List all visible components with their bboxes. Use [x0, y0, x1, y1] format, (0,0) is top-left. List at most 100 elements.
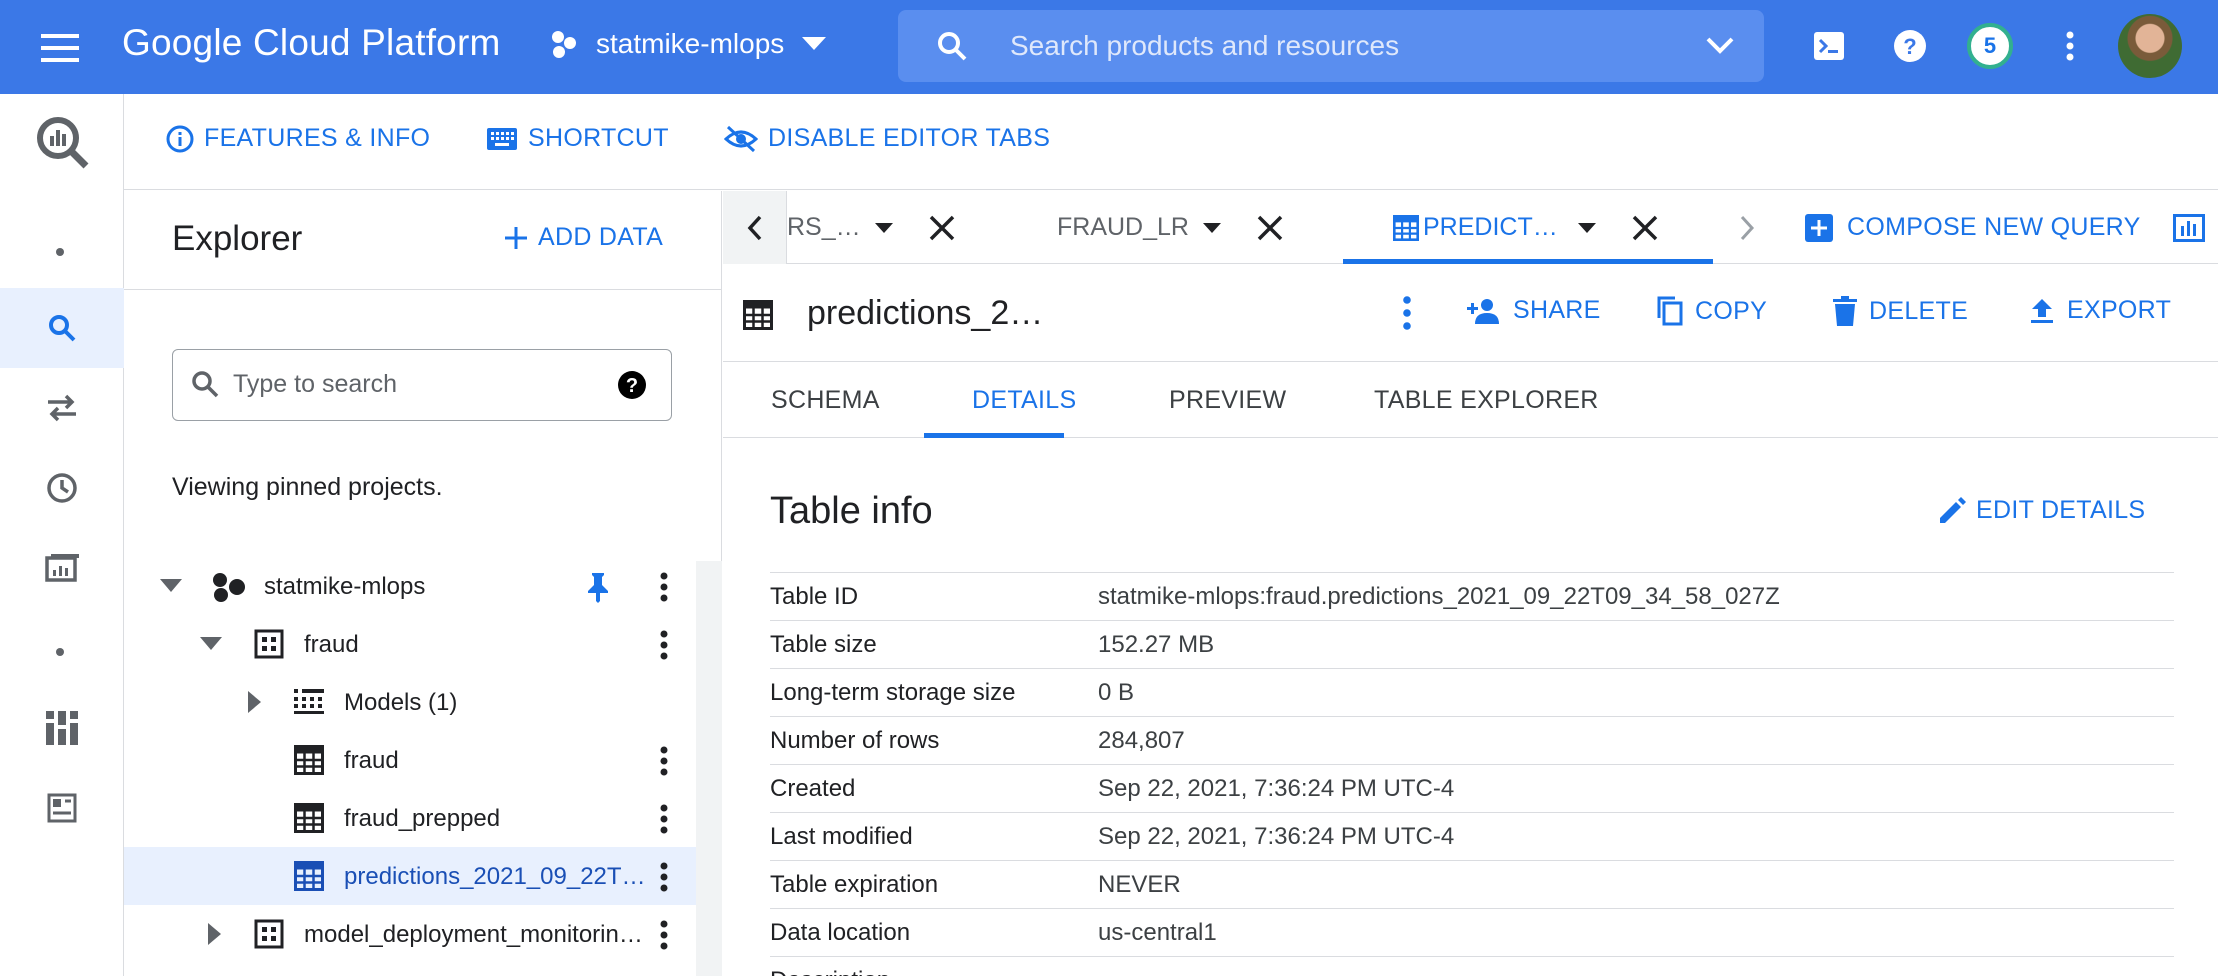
- tab-details[interactable]: DETAILS: [972, 362, 1076, 438]
- pencil-icon: [1938, 496, 1966, 525]
- table-icon: [1393, 214, 1419, 241]
- more-vert-icon[interactable]: [654, 857, 674, 897]
- dropdown-icon[interactable]: [874, 222, 893, 233]
- project-selector[interactable]: statmike-mlops: [550, 28, 827, 60]
- table-label: fraud: [344, 747, 399, 774]
- disable-editor-tabs-button[interactable]: DISABLE EDITOR TABS: [724, 124, 1050, 153]
- avatar[interactable]: [2118, 14, 2182, 78]
- dataset-icon: [254, 919, 284, 949]
- tab-query[interactable]: RS_…: [787, 191, 955, 264]
- more-vert-icon[interactable]: [1403, 296, 1411, 330]
- upload-icon: [2029, 297, 2055, 325]
- tree-table-row-selected[interactable]: predictions_2021_09_22T…: [124, 847, 696, 905]
- edit-details-button[interactable]: EDIT DETAILS: [1938, 496, 2145, 525]
- search-icon: [191, 370, 219, 398]
- tree-dataset-row[interactable]: fraud: [124, 615, 696, 673]
- top-bar: Google Cloud Platform statmike-mlops Sea…: [0, 0, 2218, 94]
- close-icon[interactable]: [1257, 215, 1283, 241]
- info-row: Description: [770, 956, 2174, 976]
- rail-separator: [56, 648, 64, 656]
- tab-predictions[interactable]: PREDICT…: [1393, 191, 1658, 264]
- visibility-off-icon: [724, 125, 758, 153]
- help-icon[interactable]: ?: [1892, 28, 1928, 64]
- dataset-label: fraud: [304, 631, 359, 658]
- caret-down-icon[interactable]: [200, 637, 222, 651]
- tab-schema[interactable]: SCHEMA: [771, 362, 880, 438]
- table-icon: [743, 300, 773, 330]
- tree-project-row[interactable]: statmike-mlops: [124, 557, 696, 615]
- table-icon: [294, 803, 324, 833]
- caret-right-icon[interactable]: [248, 691, 262, 713]
- more-vert-icon[interactable]: [2060, 28, 2080, 64]
- caret-down-icon[interactable]: [160, 579, 182, 593]
- keyboard-icon: [486, 127, 518, 151]
- export-button[interactable]: EXPORT: [2029, 296, 2171, 325]
- search-icon[interactable]: [0, 288, 124, 368]
- info-row: Last modified Sep 22, 2021, 7:36:24 PM UT…: [770, 812, 2174, 860]
- add-data-button[interactable]: ADD DATA: [504, 223, 663, 252]
- brand-title[interactable]: Google Cloud Platform: [122, 22, 501, 64]
- shortcut-button[interactable]: SHORTCUT: [486, 124, 669, 153]
- tab-fraud-lr[interactable]: FRAUD_LR: [1057, 191, 1283, 264]
- tree-dataset-row[interactable]: model_deployment_monitorin…: [124, 905, 696, 963]
- chart-icon[interactable]: [2173, 191, 2205, 264]
- copy-button[interactable]: COPY: [1657, 296, 1767, 326]
- svg-text:?: ?: [1903, 34, 1916, 59]
- more-vert-icon[interactable]: [654, 625, 674, 665]
- table-icon: [294, 745, 324, 775]
- bigquery-logo-icon[interactable]: [0, 94, 124, 190]
- info-row: Number of rows 284,807: [770, 716, 2174, 764]
- close-icon[interactable]: [1632, 215, 1658, 241]
- help-icon[interactable]: ?: [617, 370, 647, 400]
- explorer-search-input[interactable]: Type to search ?: [172, 349, 672, 421]
- page-title: predictions_2…: [807, 294, 1044, 332]
- project-dots-icon: [550, 29, 580, 59]
- more-vert-icon[interactable]: [654, 741, 674, 781]
- pin-icon[interactable]: [586, 571, 610, 603]
- tab-preview[interactable]: PREVIEW: [1169, 362, 1286, 438]
- tab-scroll-left-button[interactable]: [723, 191, 787, 264]
- tab-scroll-right-button[interactable]: [1739, 191, 1755, 264]
- cloud-shell-icon[interactable]: [1812, 30, 1846, 62]
- search-bar[interactable]: Search products and resources: [898, 10, 1764, 82]
- person-add-icon: [1467, 298, 1501, 324]
- tree-table-row[interactable]: fraud_prepped: [124, 789, 696, 847]
- delete-button[interactable]: DELETE: [1833, 296, 1968, 326]
- more-vert-icon[interactable]: [654, 799, 674, 839]
- features-info-button[interactable]: FEATURES & INFO: [166, 124, 430, 153]
- more-vert-icon[interactable]: [654, 915, 674, 955]
- info-row: Table expiration NEVER: [770, 860, 2174, 908]
- explorer-title: Explorer: [172, 219, 303, 258]
- dataplex-icon[interactable]: [0, 768, 124, 848]
- active-subtab-indicator: [924, 433, 1064, 438]
- divider: [124, 289, 722, 290]
- svg-text:?: ?: [626, 375, 638, 397]
- add-box-icon: [1805, 213, 1833, 242]
- more-vert-icon[interactable]: [654, 567, 674, 607]
- table-label: fraud_prepped: [344, 805, 501, 832]
- close-icon[interactable]: [929, 215, 955, 241]
- tree-models-row[interactable]: Models (1): [124, 673, 696, 731]
- history-icon[interactable]: [0, 448, 124, 528]
- scrollbar[interactable]: [696, 561, 722, 976]
- scheduled-queries-icon[interactable]: [0, 528, 124, 608]
- analytics-hub-icon[interactable]: [0, 688, 124, 768]
- info-row: Created Sep 22, 2021, 7:36:24 PM UTC-4: [770, 764, 2174, 812]
- share-button[interactable]: SHARE: [1467, 296, 1601, 325]
- dropdown-icon[interactable]: [1577, 222, 1596, 233]
- menu-icon[interactable]: [38, 28, 82, 68]
- transfers-icon[interactable]: [0, 368, 124, 448]
- tree-table-row[interactable]: fraud: [124, 731, 696, 789]
- search-input[interactable]: Search products and resources: [1010, 30, 1399, 62]
- dropdown-icon[interactable]: [1202, 222, 1221, 233]
- notifications-badge[interactable]: 5: [1967, 23, 2013, 69]
- detail-header: predictions_2… SHARE COPY DELETE EXPORT: [723, 264, 2218, 362]
- info-row: Long-term storage size 0 B: [770, 668, 2174, 716]
- chevron-down-icon[interactable]: [1704, 34, 1736, 58]
- caret-right-icon[interactable]: [208, 923, 222, 945]
- tab-table-explorer[interactable]: TABLE EXPLORER: [1374, 362, 1599, 438]
- plus-icon: [504, 226, 528, 250]
- dropdown-icon: [802, 37, 827, 51]
- viewing-pinned-text: Viewing pinned projects.: [172, 473, 443, 501]
- compose-new-query-button[interactable]: COMPOSE NEW QUERY: [1805, 191, 2141, 264]
